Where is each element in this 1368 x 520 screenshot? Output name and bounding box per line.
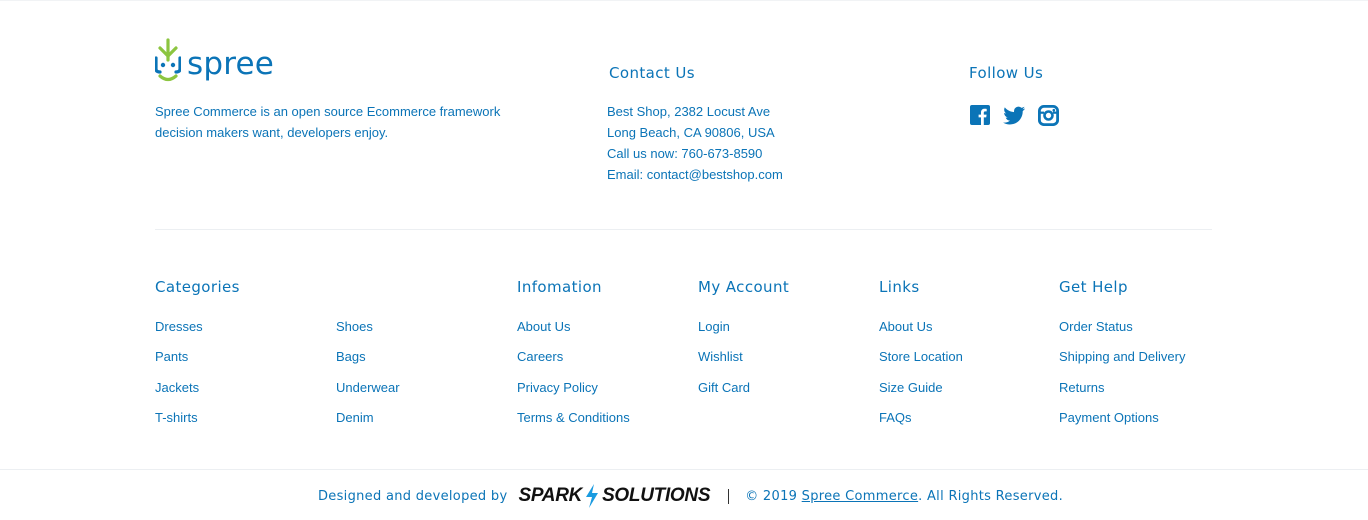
twitter-icon[interactable] [1003,104,1025,126]
my-account-heading: My Account [698,278,790,296]
contact-details: Best Shop, 2382 Locust Ave Long Beach, C… [607,101,783,185]
credits-bar: Designed and developed by SPARK SOLUTION… [318,484,1063,508]
instagram-icon[interactable] [1037,104,1059,126]
information-link[interactable]: Careers [517,348,630,378]
category-link[interactable]: Denim [336,409,400,439]
category-link[interactable]: Bags [336,348,400,378]
help-link[interactable]: Shipping and Delivery [1059,348,1185,378]
my-account-list: Login Wishlist Gift Card [698,318,750,409]
information-link[interactable]: Privacy Policy [517,379,630,409]
account-link[interactable]: Login [698,318,750,348]
footer-link[interactable]: Size Guide [879,379,963,409]
category-link[interactable]: Jackets [155,379,203,409]
email-address[interactable]: Email: contact@bestshop.com [607,164,783,185]
copyright-text: © 2019 Spree Commerce. All Rights Reserv… [745,489,1063,504]
help-link[interactable]: Order Status [1059,318,1185,348]
social-links [969,104,1059,126]
footer-link[interactable]: FAQs [879,409,963,439]
information-link[interactable]: About Us [517,318,630,348]
spree-logo-icon [155,38,181,82]
contact-us-heading: Contact Us [609,64,695,82]
account-link[interactable]: Gift Card [698,379,750,409]
address-line-2: Long Beach, CA 90806, USA [607,125,775,140]
links-heading: Links [879,278,920,296]
spree-logo[interactable]: spree [155,38,274,84]
lightning-bolt-icon [586,484,599,508]
copyright-year: © 2019 [745,488,798,504]
category-link[interactable]: Dresses [155,318,203,348]
spree-logo-wordmark: spree [187,46,275,82]
designed-by-text: Designed and developed by [318,488,508,504]
credits-separator [728,488,730,504]
phone-number[interactable]: Call us now: 760-673-8590 [607,143,783,164]
copyright-suffix: . All Rights Reserved. [918,488,1064,504]
address-line-1: Best Shop, 2382 Locust Ave [607,104,771,119]
information-list: About Us Careers Privacy Policy Terms & … [517,318,630,440]
get-help-list: Order Status Shipping and Delivery Retur… [1059,318,1185,440]
facebook-icon[interactable] [969,104,991,126]
footer-link[interactable]: Store Location [879,348,963,378]
information-heading: Infomation [517,278,602,296]
spree-commerce-link[interactable]: Spree Commerce [802,489,918,504]
category-link[interactable]: Pants [155,348,203,378]
category-link[interactable]: Shoes [336,318,400,348]
spark-logo-left: SPARK [518,485,583,506]
information-link[interactable]: Terms & Conditions [517,409,630,439]
brand-description: Spree Commerce is an open source Ecommer… [155,104,501,140]
spark-solutions-logo[interactable]: SPARK SOLUTIONS [518,484,711,508]
links-list: About Us Store Location Size Guide FAQs [879,318,963,440]
account-link[interactable]: Wishlist [698,348,750,378]
top-border [0,0,1368,1]
help-link[interactable]: Returns [1059,379,1185,409]
footer-divider [155,229,1212,230]
categories-list-1: Dresses Pants Jackets T-shirts [155,318,203,440]
category-link[interactable]: T-shirts [155,409,203,439]
category-link[interactable]: Underwear [336,379,400,409]
help-link[interactable]: Payment Options [1059,409,1185,439]
follow-us-heading: Follow Us [969,64,1044,82]
get-help-heading: Get Help [1059,278,1128,296]
categories-heading: Categories [155,278,240,296]
spark-logo-right: SOLUTIONS [602,485,711,506]
footer-link[interactable]: About Us [879,318,963,348]
categories-list-2: Shoes Bags Underwear Denim [336,318,400,440]
credits-divider [0,469,1368,470]
